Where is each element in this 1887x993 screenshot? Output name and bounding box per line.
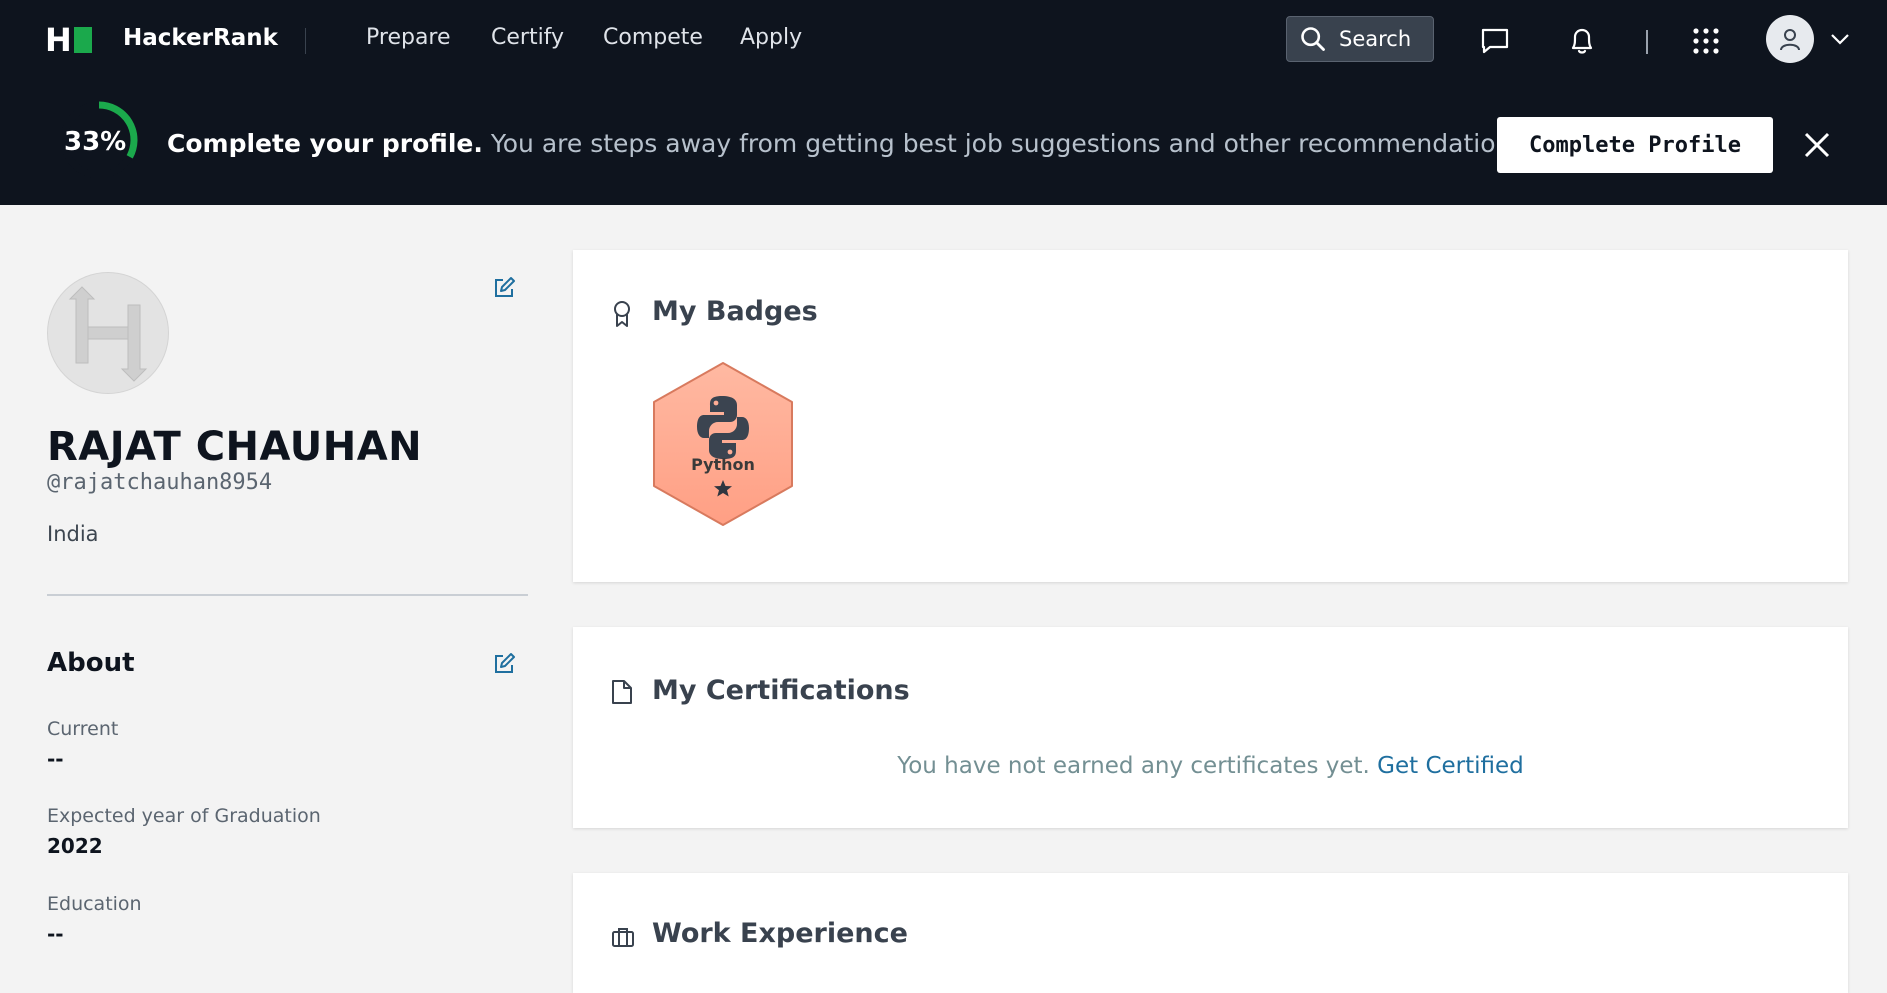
logo-square	[73, 27, 92, 53]
nav-divider	[305, 28, 306, 54]
banner-subtitle: You are steps away from getting best job…	[490, 129, 1533, 158]
default-avatar-icon	[68, 286, 148, 382]
certifications-card: My Certifications You have not earned an…	[573, 627, 1848, 828]
search-icon	[1301, 27, 1325, 51]
nav-link-prepare[interactable]: Prepare	[366, 25, 451, 50]
nav-link-apply[interactable]: Apply	[740, 25, 802, 50]
profile-avatar	[47, 272, 169, 394]
close-icon[interactable]	[1802, 130, 1832, 160]
search-label: Search	[1339, 27, 1412, 51]
badges-title: My Badges	[652, 296, 818, 327]
user-avatar[interactable]	[1766, 15, 1814, 63]
work-experience-title: Work Experience	[652, 918, 908, 949]
messages-icon[interactable]	[1480, 27, 1510, 55]
edit-about-icon[interactable]	[492, 652, 516, 676]
banner-title: Complete your profile.	[167, 129, 483, 158]
badge-ribbon-icon	[614, 301, 630, 327]
about-current-value: --	[47, 747, 64, 771]
profile-name: RAJAT CHAUHAN	[47, 424, 423, 470]
about-heading: About	[47, 648, 135, 678]
about-education-label: Education	[47, 893, 142, 915]
about-current-label: Current	[47, 718, 119, 740]
apps-grid-icon[interactable]	[1692, 27, 1720, 55]
certifications-title: My Certifications	[652, 675, 910, 706]
profile-handle: @rajatchauhan8954	[47, 470, 273, 495]
top-navbar	[0, 0, 1887, 80]
badges-card: My Badges Python	[573, 250, 1848, 582]
nav-link-certify[interactable]: Certify	[491, 25, 564, 50]
certifications-empty-message: You have not earned any certificates yet…	[573, 753, 1848, 779]
about-graduation-value: 2022	[47, 834, 103, 858]
logo-letter: H	[45, 21, 72, 59]
nav-link-compete[interactable]: Compete	[603, 25, 703, 50]
python-badge-label: Python	[691, 455, 755, 474]
chevron-down-icon[interactable]	[1830, 32, 1850, 46]
work-experience-card: Work Experience	[573, 873, 1848, 993]
certificate-document-icon	[612, 680, 632, 704]
profile-country: India	[47, 522, 99, 546]
section-divider	[47, 594, 528, 596]
python-badge[interactable]	[648, 360, 798, 528]
briefcase-icon	[612, 928, 634, 947]
about-education-value: --	[47, 922, 64, 946]
about-graduation-label: Expected year of Graduation	[47, 805, 321, 827]
user-icon	[1780, 29, 1800, 51]
hackerrank-logo[interactable]: H	[45, 21, 92, 59]
completion-percent: 33%	[64, 127, 127, 157]
nav-divider-right	[1646, 30, 1648, 54]
notifications-bell-icon[interactable]	[1567, 25, 1597, 57]
brand-name[interactable]: HackerRank	[123, 25, 278, 51]
complete-profile-button[interactable]: Complete Profile	[1497, 117, 1773, 173]
search-button[interactable]: Search	[1286, 16, 1434, 62]
certifications-empty-text: You have not earned any certificates yet…	[897, 753, 1370, 779]
edit-profile-icon[interactable]	[492, 276, 516, 300]
banner-message: Complete your profile. You are steps awa…	[167, 129, 1532, 158]
get-certified-link[interactable]: Get Certified	[1377, 753, 1524, 779]
